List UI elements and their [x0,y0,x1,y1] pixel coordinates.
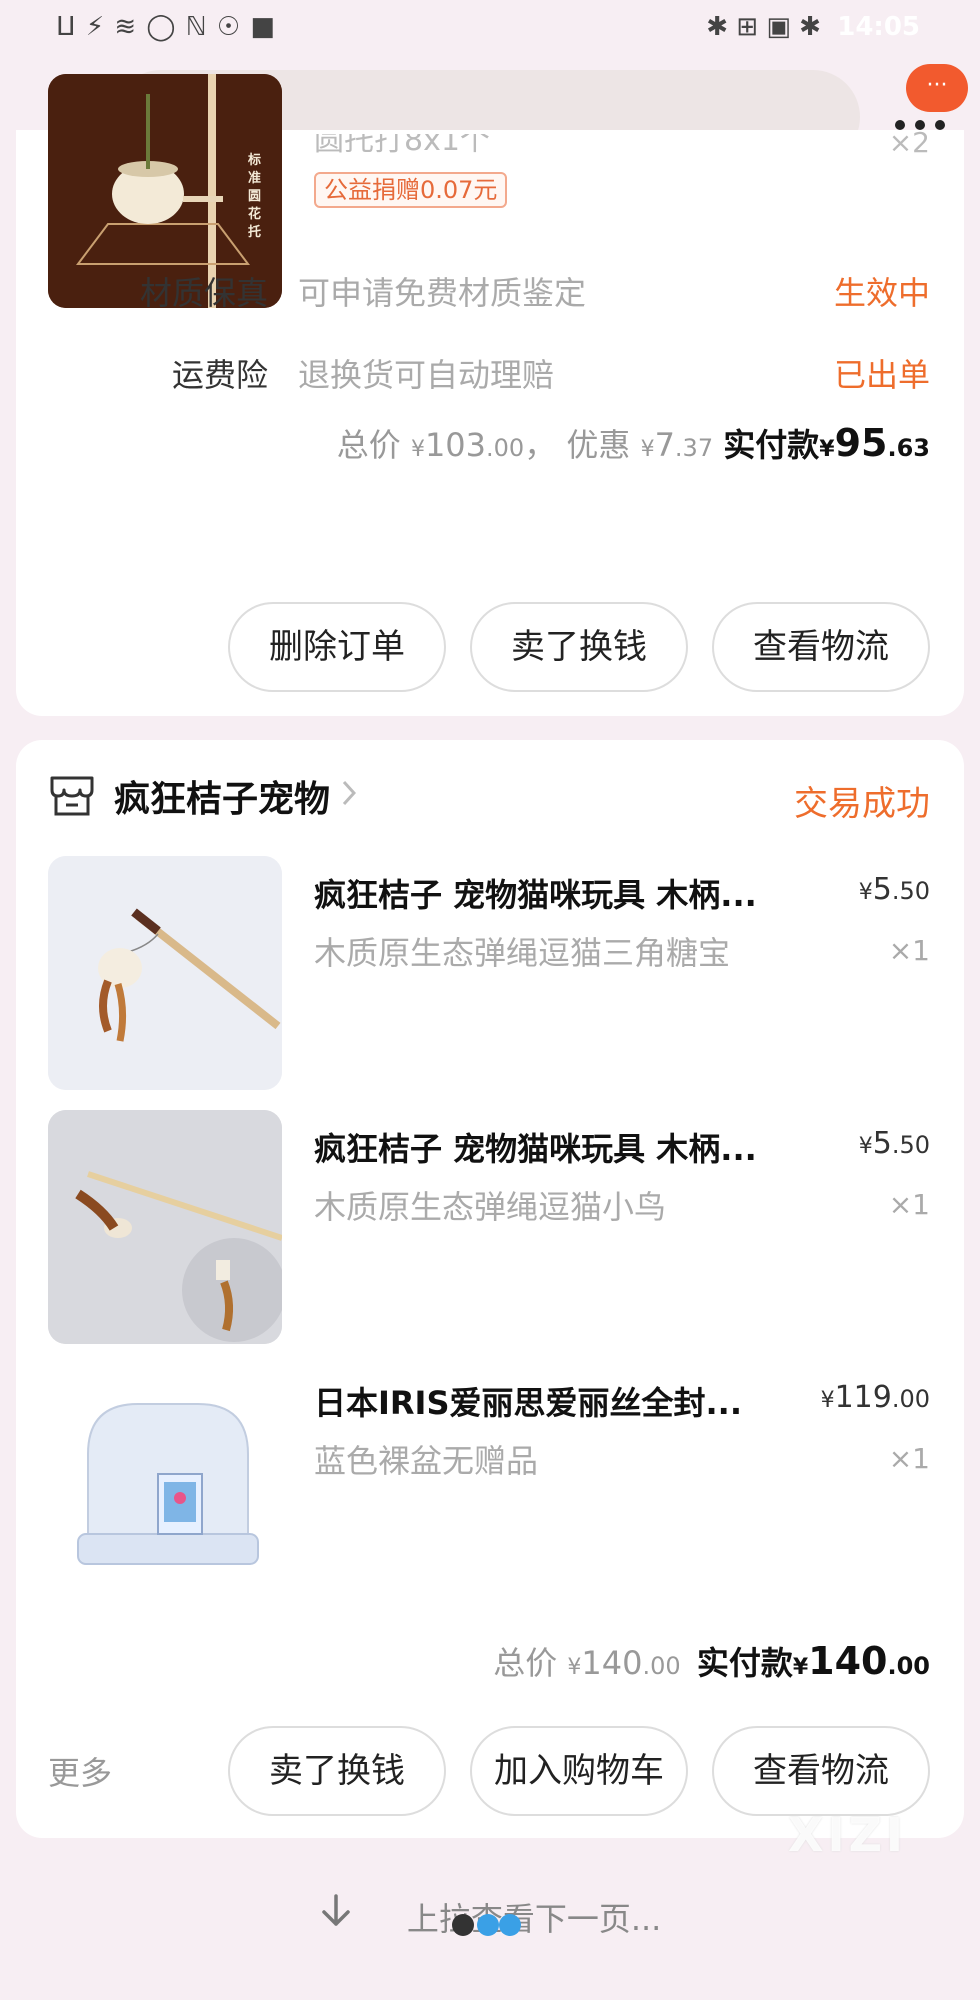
view-logistics-button[interactable]: 查看物流 [712,1726,930,1816]
service-status: 已出单 [833,356,930,394]
price-decimal: .50 [891,877,930,905]
service-row-material[interactable]: 材质保真 可申请免费材质鉴定 生效中 [16,268,964,318]
service-desc: 退换货可自动理赔 [298,356,555,394]
currency-symbol: ¥ [858,880,873,905]
product-sku: 木质原生态弹绳逗猫小鸟 [314,1188,667,1226]
paid-decimal: .00 [887,1652,930,1680]
order-status: 交易成功 [794,784,930,824]
view-logistics-button[interactable]: 查看物流 [712,602,930,692]
delete-order-button[interactable]: 删除订单 [228,602,446,692]
paid-label: 实付款 [696,1644,793,1682]
more-link[interactable]: 更多 [48,1748,112,1794]
paid-amount: 95 [834,421,888,465]
product-title-partial: 圆托打8x1个 [314,134,490,156]
price-decimal: .50 [891,1131,930,1159]
product-title: 日本IRIS爱丽思爱丽丝全封... [314,1384,742,1422]
product-price: ¥119.00 [821,1380,930,1415]
status-bar: ⵡ ⚡ ≋ ◯ ℕ ☉ ■ ✱ ⊞ ▣ ✱ 14:05 [0,0,980,58]
status-icons-right: ✱ ⊞ ▣ ✱ 14:05 [706,12,920,42]
order-card-2[interactable]: 疯狂桔子宠物 交易成功 疯狂桔子 宠物猫咪玩具 木柄... 木质原生态弹绳逗猫三… [16,740,964,1838]
charity-badge: 公益捐赠0.07元 [314,172,508,208]
sell-for-cash-button[interactable]: 卖了换钱 [470,602,688,692]
total-decimal: .00 [642,1652,681,1680]
order-card-1[interactable]: 标准圆花托 圆托打8x1个 ×2 公益捐赠0.07元 材质保真 可申请免费材质鉴… [16,74,964,716]
paid-amount: 140 [808,1639,888,1683]
product-price: ¥5.50 [859,872,930,907]
price-amount: 119 [834,1380,892,1415]
service-row-shipping-insurance[interactable]: 运费险 退换货可自动理赔 已出单 [16,350,964,400]
chevron-right-icon [342,779,357,814]
service-status: 生效中 [833,274,930,312]
loading-dots-icon [452,1914,521,1936]
arrow-down-icon [319,1892,353,1938]
currency-symbol: ¥ [567,1655,582,1680]
product-image-litter-box [48,1364,282,1598]
total-label: 总价 [493,1644,558,1682]
total-amount: 140 [581,1644,643,1682]
status-indicators: ✱ ⊞ ▣ ✱ [706,12,821,42]
shop-header[interactable]: 疯狂桔子宠物 [48,766,357,826]
service-label: 材质保真 [139,274,268,312]
paid-label: 实付款 [723,426,820,464]
product-sku: 木质原生态弹绳逗猫三角糖宝 [314,934,731,972]
discount-amount: 7 [654,426,675,464]
total-decimal: .00 [486,434,525,462]
currency-symbol: ¥ [819,437,835,462]
quantity-partial: ×2 [888,126,930,159]
list-item[interactable]: 疯狂桔子 宠物猫咪玩具 木柄... 木质原生态弹绳逗猫三角糖宝 ¥5.50 ×1 [16,856,964,1092]
product-title: 疯狂桔子 宠物猫咪玩具 木柄... [314,876,757,914]
currency-symbol: ¥ [792,1655,809,1680]
discount-decimal: .37 [674,434,714,462]
product-image-cat-toy-bird [48,1110,282,1344]
price-decimal: .00 [891,1385,930,1413]
store-icon [50,776,94,816]
product-title: 疯狂桔子 宠物猫咪玩具 木柄... [314,1130,757,1168]
status-icons-left: ⵡ ⚡ ≋ ◯ ℕ ☉ ■ [56,12,276,42]
service-label: 运费险 [171,356,268,394]
shop-name: 疯狂桔子宠物 [114,779,331,820]
product-image-cat-toy [48,856,282,1090]
paid-decimal: .63 [887,434,930,462]
price-amount: 5 [872,1126,892,1161]
currency-symbol: ¥ [410,437,425,462]
currency-symbol: ¥ [640,437,655,462]
list-item[interactable]: 日本IRIS爱丽思爱丽丝全封... 蓝色裸盆无赠品 ¥119.00 ×1 [16,1364,964,1600]
message-badge: ··· [906,64,968,112]
separator: ， [524,426,557,464]
discount-label: 优惠 [566,426,631,464]
thumb-caption: 标准圆花托 [248,153,262,240]
status-time: 14:05 [837,12,920,42]
service-desc: 可申请免费材质鉴定 [298,274,587,312]
price-amount: 5 [872,872,892,907]
watermark: XIZI [788,1808,908,1862]
total-amount: 103 [424,426,487,464]
order-total: 总价 ¥140.00 实付款¥140.00 [493,1638,930,1684]
list-item[interactable]: 疯狂桔子 宠物猫咪玩具 木柄... 木质原生态弹绳逗猫小鸟 ¥5.50 ×1 [16,1110,964,1346]
currency-symbol: ¥ [820,1388,835,1413]
product-quantity: ×1 [888,934,930,967]
order-total: 总价 ¥103.00， 优惠 ¥7.37 实付款¥95.63 [337,420,930,466]
product-quantity: ×1 [888,1442,930,1475]
product-sku: 蓝色裸盆无赠品 [314,1442,539,1480]
currency-symbol: ¥ [858,1134,873,1159]
add-to-cart-button[interactable]: 加入购物车 [470,1726,688,1816]
total-label: 总价 [336,426,401,464]
product-price: ¥5.50 [859,1126,930,1161]
sell-for-cash-button[interactable]: 卖了换钱 [228,1726,446,1816]
product-quantity: ×1 [888,1188,930,1221]
